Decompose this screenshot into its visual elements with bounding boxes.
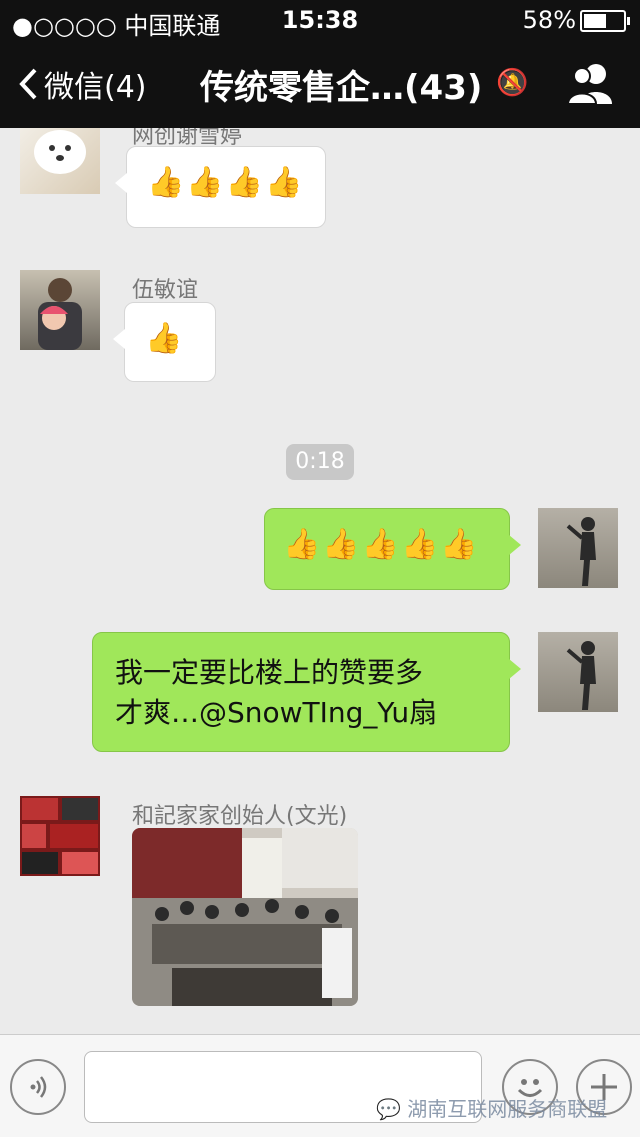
nav-bar: 微信(4) 传统零售企…(43) 🔕 xyxy=(0,40,640,128)
mute-icon: 🔕 xyxy=(496,68,529,98)
people-icon xyxy=(566,64,612,105)
message-bubble[interactable]: 👍👍👍👍 xyxy=(115,146,326,228)
input-bar: 💬 湖南互联网服务商联盟 xyxy=(0,1034,640,1137)
status-bar: ●○○○○ 中国联通 15:38 58% xyxy=(0,0,640,40)
avatar[interactable] xyxy=(20,270,100,350)
voice-button[interactable] xyxy=(10,1059,66,1115)
chevron-left-icon xyxy=(19,68,37,100)
chat-area[interactable]: 网创谢雪婷 👍👍👍👍 伍敏谊 👍 0:18 👍👍👍👍👍 我一定要比楼上的赞要多 … xyxy=(0,128,640,1034)
photo-message[interactable] xyxy=(132,828,358,1006)
watermark-text: 湖南互联网服务商联盟 xyxy=(407,1097,608,1121)
sender-name: 伍敏谊 xyxy=(132,278,199,303)
voice-icon xyxy=(30,1076,47,1098)
watermark: 💬 湖南互联网服务商联盟 xyxy=(376,1093,607,1122)
message-text: 才爽…@SnowTIng_Yu扇 xyxy=(115,696,438,729)
avatar[interactable] xyxy=(20,796,100,876)
timestamp-badge: 0:18 xyxy=(286,444,354,480)
back-label: 微信(4) xyxy=(44,70,147,105)
avatar[interactable] xyxy=(538,632,618,712)
message-bubble[interactable]: 我一定要比楼上的赞要多 才爽…@SnowTIng_Yu扇 xyxy=(92,632,521,752)
battery-icon xyxy=(580,10,630,32)
message-bubble[interactable]: 👍👍👍👍👍 xyxy=(264,508,521,590)
chat-title: 传统零售企…(43) xyxy=(200,68,483,108)
battery-percent: 58% xyxy=(522,6,576,34)
group-members-button[interactable] xyxy=(566,62,614,108)
sender-name: 和記家家创始人(文光) xyxy=(132,804,348,829)
avatar[interactable] xyxy=(538,508,618,588)
thumbs-up-icon: 👍👍👍👍👍 xyxy=(283,527,480,562)
message-bubble[interactable]: 👍 xyxy=(113,302,216,382)
back-button[interactable]: 微信(4) xyxy=(18,62,147,106)
wechat-icon: 💬 xyxy=(376,1097,401,1121)
thumbs-up-icon: 👍👍👍👍 xyxy=(147,165,305,200)
meeting-photo xyxy=(132,828,358,1006)
thumbs-up-icon: 👍 xyxy=(145,321,185,356)
message-text: 我一定要比楼上的赞要多 xyxy=(115,656,424,689)
avatar[interactable] xyxy=(20,128,100,194)
